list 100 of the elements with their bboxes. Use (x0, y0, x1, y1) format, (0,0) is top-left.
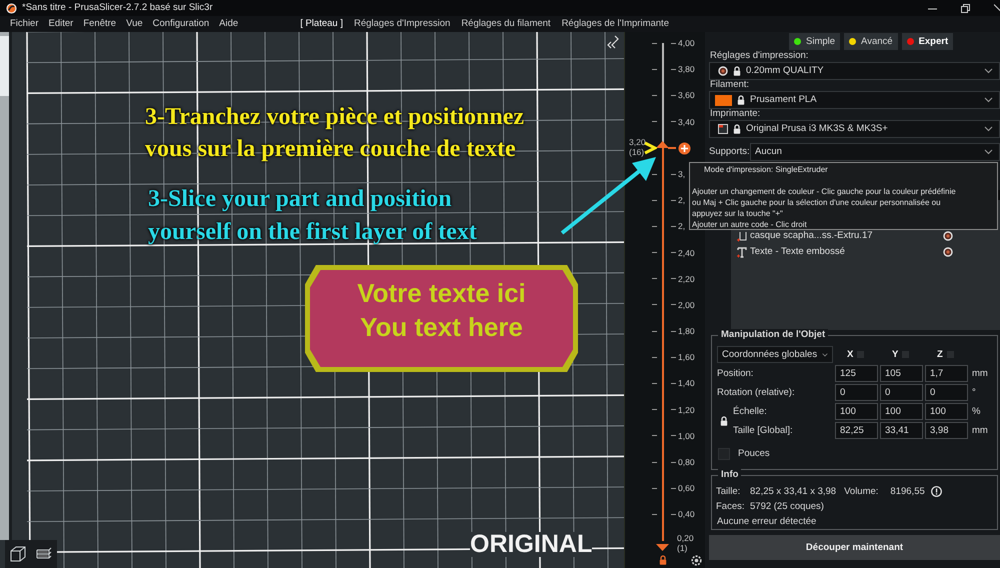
tooltip-text: Ajouter un autre code - Clic droit (692, 219, 807, 230)
warning-icon (930, 486, 942, 497)
axis-label: Z (937, 348, 943, 360)
filament-dropdown[interactable]: Prusament PLA (709, 91, 1000, 109)
tab[interactable]: [ Plateau ] (300, 18, 343, 30)
tooltip-text: Mode d'impression: SingleExtruder (703, 164, 828, 175)
mode-button[interactable]: Avancé (844, 33, 898, 50)
window-title: *Sans titre - PrusaSlicer-2.7.2 basé sur Slic3r (22, 2, 213, 14)
unit-label: mm (971, 424, 989, 436)
tab[interactable]: Réglages d'Impression (354, 18, 450, 30)
tab[interactable]: Réglages du filament (461, 18, 551, 30)
object-list-item[interactable]: Texte - Texte embossé (731, 244, 1000, 260)
input-field[interactable]: 1,7 (925, 365, 968, 382)
unit-label: ° (971, 386, 977, 398)
tooltip-text: ou Maj + Clic gauche pour la sélection d'une couleur personnalisée ou (692, 197, 941, 208)
layer-height-label: 3,60 (678, 90, 695, 101)
lock-icon[interactable] (659, 555, 667, 565)
object-list-item[interactable]: casque scapha...ss.-Extru.17 (731, 228, 1000, 244)
input-field[interactable]: 100 (880, 403, 923, 420)
tooltip-text: appuyez sur la touche "+" (692, 208, 783, 219)
mode-button[interactable]: Expert (902, 33, 954, 50)
mode-button[interactable]: Simple (789, 33, 840, 50)
restore-icon[interactable] (961, 4, 970, 12)
lock-icon (737, 95, 745, 105)
layer-height-label: 1,40 (678, 378, 695, 389)
input-field[interactable]: 0 (835, 384, 878, 401)
layer-height-label: 0,60 (678, 483, 695, 494)
input-field[interactable]: 0 (925, 384, 968, 401)
embossed-text: You text here (360, 311, 523, 344)
input-field[interactable]: 0 (880, 384, 923, 401)
menu-item[interactable]: Vue (126, 18, 143, 30)
info-label: Volume: (844, 486, 878, 498)
print-preset-dropdown[interactable]: 0.20mm QUALITY (709, 62, 1000, 80)
field-label: Rotation (relative): (717, 386, 796, 398)
embossed-text: Votre texte ici (357, 277, 526, 310)
lower-thumb-handle[interactable] (656, 544, 669, 551)
supports-dropdown[interactable]: Aucun (750, 143, 1000, 161)
input-field[interactable]: 100 (925, 403, 968, 420)
checkbox[interactable] (718, 448, 730, 460)
unit-label: mm (971, 368, 989, 380)
status-text: Aucune erreur détectée (716, 514, 818, 529)
menu-item[interactable]: Fichier (10, 18, 39, 30)
input-field[interactable]: 125 (835, 365, 878, 382)
menu-item[interactable]: Aide (219, 18, 238, 30)
input-field[interactable]: 33,41 (880, 422, 923, 439)
layer-height-label: 0,20 (677, 532, 694, 543)
lock-icon (733, 124, 741, 134)
layer-height-label: 1,00 (678, 430, 695, 441)
menu-item[interactable]: Configuration (152, 18, 210, 30)
field-label: Imprimante: (709, 108, 762, 120)
layer-height-label: 2,40 (678, 248, 695, 258)
layer-height-label: 2, (678, 195, 686, 206)
layer-height-label: 3,40 (678, 116, 695, 127)
layer-height-label: 2,00 (678, 300, 695, 310)
checkbox-label: Pouces (738, 448, 770, 460)
close-icon[interactable] (994, 4, 1000, 12)
window-icon (718, 124, 728, 134)
field-label: Filament: (709, 79, 750, 91)
upper-thumb-handle[interactable] (656, 141, 669, 148)
settings-icon[interactable] (691, 555, 702, 566)
lock-icon[interactable] (720, 416, 728, 426)
info-value: 8196,55 (890, 486, 925, 498)
printer-dropdown[interactable]: Original Prusa i3 MK3S & MK3S+ (709, 120, 1000, 138)
menu-item[interactable]: Fenêtre (83, 18, 116, 30)
info-value: 82,25 x 33,41 x 3,98 (750, 486, 836, 498)
axis-label: Y (892, 348, 898, 360)
layer-height-label: 2, (678, 221, 686, 232)
group-title: Manipulation de l'Objet (718, 329, 828, 340)
field-label: Supports: (709, 146, 750, 158)
collapse-sidebar-icon[interactable] (606, 35, 620, 49)
slice-button[interactable]: Découper maintenant (709, 535, 1000, 560)
layer-height-label: 0,80 (678, 457, 695, 468)
info-label: Taille: (716, 486, 742, 498)
input-field[interactable]: 100 (835, 403, 878, 420)
input-field[interactable]: 105 (880, 365, 923, 382)
layer-height-label: 2,20 (678, 274, 695, 284)
chevron-down-icon (984, 97, 993, 103)
layer-number-label: (1) (677, 542, 688, 553)
menu-item[interactable]: Editer (48, 18, 74, 30)
chevron-down-icon (984, 149, 993, 155)
input-field[interactable]: 82,25 (835, 422, 878, 439)
input-field[interactable]: 3,98 (925, 422, 968, 439)
layer-height-label: 3,20 (629, 137, 646, 148)
tab[interactable]: Réglages de l'Imprimante (562, 18, 669, 30)
part-icon (737, 230, 747, 242)
field-label: Position: (717, 368, 754, 380)
layer-height-label: 1,60 (678, 352, 695, 362)
layer-height-label: 1,80 (678, 326, 695, 336)
group-title: Info (718, 469, 742, 480)
field-label: Échelle: (733, 406, 768, 418)
add-color-change-icon[interactable] (678, 142, 691, 155)
chevron-down-icon (984, 126, 993, 132)
layer-height-label: 0,40 (678, 509, 695, 520)
cube-view-icon[interactable] (9, 545, 27, 563)
unit-label: % (971, 406, 982, 418)
layer-height-label: 4,00 (678, 38, 695, 48)
layer-height-label: 3,80 (678, 64, 695, 74)
lock-icon (733, 66, 741, 76)
coordinates-dropdown[interactable]: Coordonnées globales (717, 346, 833, 363)
app-logo-icon (6, 2, 17, 14)
